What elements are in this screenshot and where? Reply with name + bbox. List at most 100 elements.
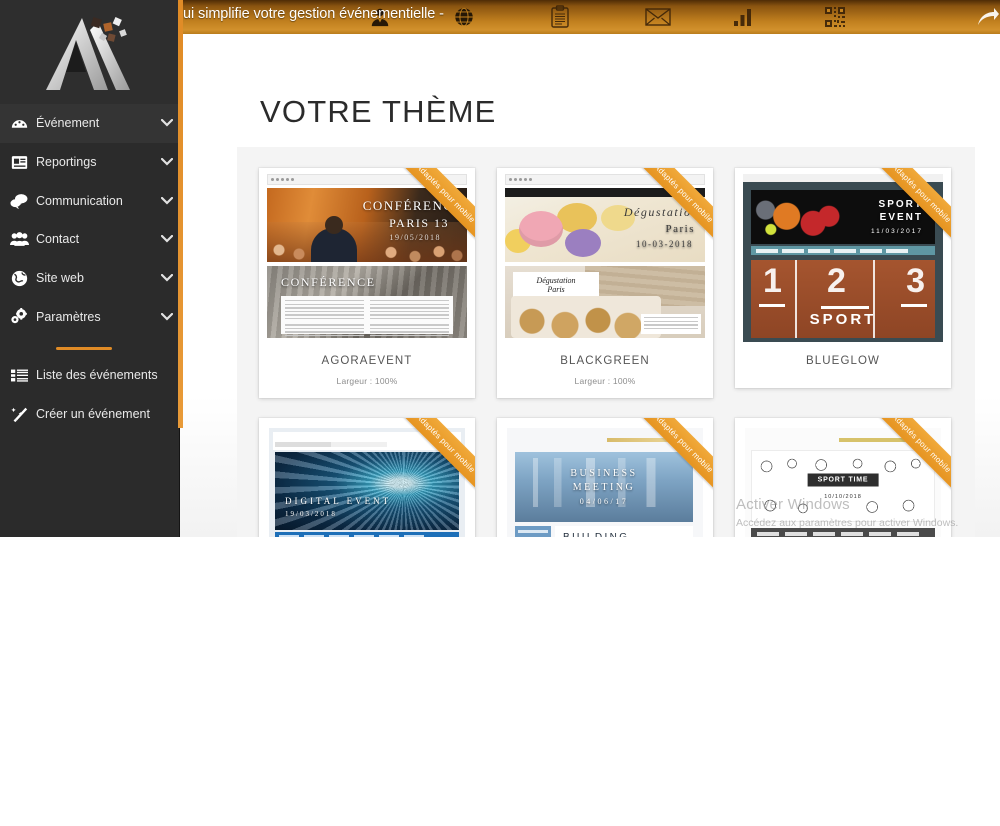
preview-hero-image: BUSINESS MEETING 04/06/17 — [515, 452, 693, 522]
preview-body-label: Dégustation Paris — [513, 272, 599, 298]
preview-sidebar-mock — [515, 526, 551, 537]
main-content: VOTRE THÈME CONFÉRENCE PARIS 13 19/05/20… — [180, 34, 1000, 537]
report-card-icon — [6, 155, 32, 170]
sidebar-item-reportings[interactable]: Reportings — [0, 143, 180, 182]
preview-hero-title: BUSINESS — [570, 468, 638, 479]
preview-navbar — [275, 532, 459, 537]
lane-number: 1 — [763, 262, 782, 300]
preview-body-title: CONFÉRENCE — [281, 275, 376, 289]
preview-body-section: BUILDING BUSINESS — [555, 526, 693, 537]
magic-wand-icon — [6, 406, 32, 423]
globe-icon[interactable] — [449, 2, 479, 32]
preview-hero-date: 11/03/2017 — [870, 228, 923, 235]
chevron-down-icon[interactable] — [154, 312, 180, 321]
preview-body-section: Dégustation Paris — [505, 266, 705, 338]
theme-preview-blackgreen: Dégustation Paris 10-03-2018 Dégustation… — [497, 168, 713, 346]
theme-name: BLACKGREEN — [560, 355, 650, 367]
theme-preview-sport-time: SPORT TIME 10/10/2018 SPORT TIME — [735, 418, 951, 537]
theme-card-slot: SPORT TIME 10/10/2018 SPORT TIME — [724, 408, 962, 537]
theme-card-slot: Dégustation Paris 10-03-2018 Dégustation… — [486, 158, 724, 408]
preview-hero-subtitle: PARIS 13 — [389, 216, 449, 230]
lane-number: 3 — [906, 262, 925, 300]
sidebar-item-communication[interactable]: Communication — [0, 181, 180, 220]
preview-hero-image: DIGITAL EVENT 19/03/2018 — [275, 452, 459, 530]
bar-chart-icon[interactable] — [728, 2, 758, 32]
preview-hero-date: 19/03/2018 — [285, 510, 337, 518]
preview-hero-date: 10-03-2018 — [636, 239, 693, 249]
preview-hero-date: 19/05/2018 — [389, 233, 441, 242]
chevron-down-icon[interactable] — [154, 274, 180, 282]
theme-card-slot: DIGITAL EVENT 19/03/2018 DIGITAL EVENT A… — [248, 408, 486, 537]
theme-card-blueglow[interactable]: SPORT EVENT 11/03/2017 1 2 3 SPORT Adapt… — [735, 168, 951, 388]
sidebar-item-label: Reportings — [36, 155, 97, 170]
theme-preview-agoraevent: CONFÉRENCE PARIS 13 19/05/2018 CONFÉRENC… — [259, 168, 475, 346]
sidebar-item-label: Site web — [36, 271, 84, 286]
preview-hero-title: SPORT TIME — [807, 473, 879, 487]
theme-card-sport-time[interactable]: SPORT TIME 10/10/2018 SPORT TIME — [735, 418, 951, 537]
sidebar-accent-stripe — [178, 0, 183, 428]
people-group-icon — [6, 231, 32, 247]
theme-card-digital-event[interactable]: DIGITAL EVENT 19/03/2018 DIGITAL EVENT A… — [259, 418, 475, 537]
sidebar-primary-nav: Événement Reportings Communication Conta… — [0, 104, 180, 336]
chevron-down-icon[interactable] — [154, 235, 180, 243]
preview-body-title: SPORT — [809, 311, 877, 328]
theme-preview-business-meeting: BUSINESS MEETING 04/06/17 BUILDING BUSIN… — [497, 418, 713, 537]
clipboard-icon[interactable] — [545, 2, 575, 32]
theme-name: AGORAEVENT — [321, 355, 413, 367]
gears-icon — [6, 308, 32, 325]
page-title: VOTRE THÈME — [260, 94, 497, 129]
preview-body-title: BUILDING — [563, 532, 685, 537]
theme-card-blackgreen[interactable]: Dégustation Paris 10-03-2018 Dégustation… — [497, 168, 713, 398]
preview-hero-subtitle: Paris — [665, 223, 695, 235]
sidebar-item-label: Créer un événement — [36, 407, 150, 422]
theme-card-slot: SPORT EVENT 11/03/2017 1 2 3 SPORT Adapt… — [724, 158, 962, 408]
list-icon — [6, 368, 32, 383]
preview-hero-date: 04/06/17 — [579, 497, 629, 506]
sidebar-item-site-web[interactable]: Site web — [0, 259, 180, 298]
preview-hero-image: SPORT TIME 10/10/2018 — [751, 450, 935, 522]
chevron-down-icon[interactable] — [154, 119, 180, 127]
preview-hero-image: SPORT EVENT 11/03/2017 — [751, 190, 935, 244]
qr-code-icon[interactable] — [820, 2, 850, 32]
theme-card-caption: BLUEGLOW — [735, 346, 951, 388]
theme-width: Largeur : 100% — [336, 376, 398, 386]
sidebar-item-evenement[interactable]: Événement — [0, 104, 180, 143]
logo-area[interactable] — [0, 0, 180, 104]
sidebar-item-parametres[interactable]: Paramètres — [0, 297, 180, 336]
sidebar-secondary-nav: Liste des événements Créer un événement — [0, 356, 180, 433]
envelope-icon[interactable] — [643, 2, 673, 32]
preview-text-block — [281, 296, 453, 337]
theme-card-slot: CONFÉRENCE PARIS 13 19/05/2018 CONFÉRENC… — [248, 158, 486, 408]
speedometer-icon — [6, 115, 32, 132]
theme-card-agoraevent[interactable]: CONFÉRENCE PARIS 13 19/05/2018 CONFÉRENC… — [259, 168, 475, 398]
preview-body-title: Dégustation — [536, 276, 576, 285]
theme-preview-digital-event: DIGITAL EVENT 19/03/2018 DIGITAL EVENT A… — [259, 418, 475, 537]
chevron-down-icon[interactable] — [154, 196, 180, 205]
sidebar-item-liste-des-evenements[interactable]: Liste des événements — [0, 356, 180, 395]
sidebar-item-contact[interactable]: Contact — [0, 220, 180, 259]
agoraevent-logo-icon — [46, 16, 130, 90]
preview-navbar — [751, 528, 935, 537]
theme-name: BLUEGLOW — [806, 355, 880, 367]
sidebar-item-label: Communication — [36, 193, 123, 208]
preview-body-section: 1 2 3 SPORT — [751, 260, 935, 338]
sidebar-item-creer-un-evenement[interactable]: Créer un événement — [0, 395, 180, 434]
preview-text-block — [641, 314, 701, 334]
sidebar: Événement Reportings Communication Conta… — [0, 0, 180, 537]
theme-card-business-meeting[interactable]: BUSINESS MEETING 04/06/17 BUILDING BUSIN… — [497, 418, 713, 537]
preview-hero-image: Dégustation Paris 10-03-2018 — [505, 197, 705, 262]
theme-preview-blueglow: SPORT EVENT 11/03/2017 1 2 3 SPORT Adapt… — [735, 168, 951, 346]
share-arrow-icon[interactable] — [973, 2, 1000, 32]
preview-body-section: CONFÉRENCE — [267, 266, 467, 338]
preview-hero-subtitle: MEETING — [572, 482, 636, 493]
globe-web-icon — [6, 270, 32, 287]
chevron-down-icon[interactable] — [154, 158, 180, 166]
lane-number: 2 — [827, 262, 846, 300]
sidebar-item-label: Paramètres — [36, 309, 101, 324]
sidebar-item-label: Événement — [36, 116, 100, 131]
preview-hero-date: 10/10/2018 — [824, 494, 862, 501]
sidebar-item-label: Contact — [36, 232, 80, 247]
preview-hero-title: DIGITAL EVENT — [285, 496, 392, 506]
theme-card-caption: AGORAEVENT Largeur : 100% — [259, 346, 475, 398]
preview-hero-subtitle: EVENT — [879, 212, 923, 223]
